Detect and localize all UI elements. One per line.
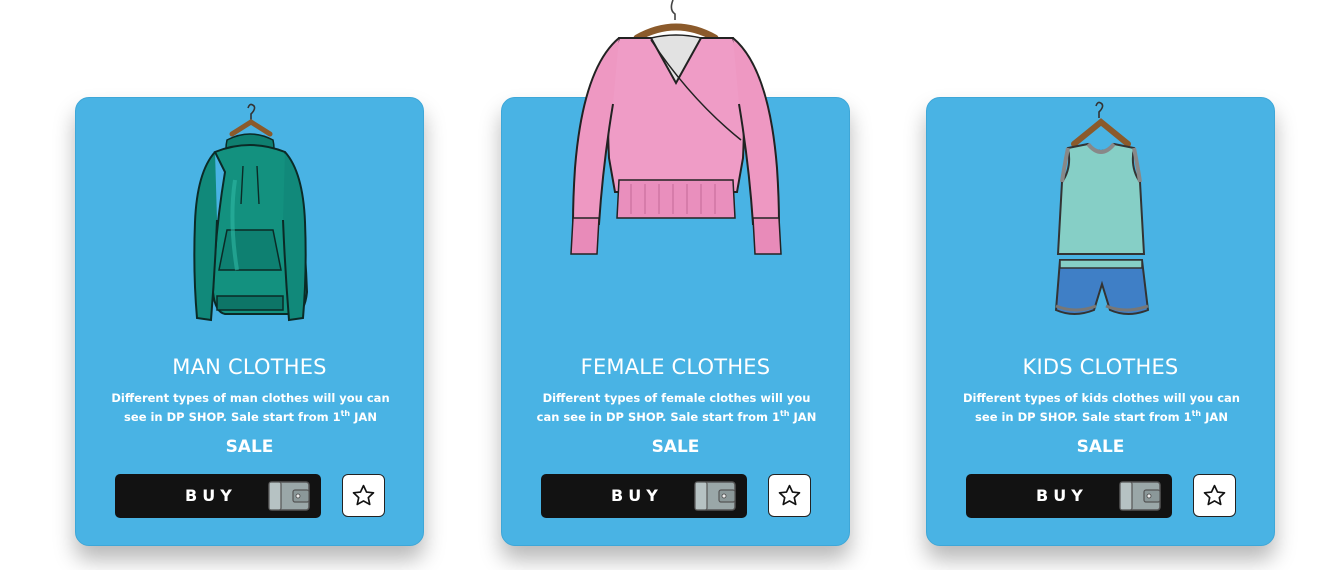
- product-card-man: MAN CLOTHES Different types of man cloth…: [75, 97, 424, 546]
- product-cards-section: MAN CLOTHES Different types of man cloth…: [0, 0, 1341, 570]
- favorite-button[interactable]: [768, 474, 811, 517]
- description-end: JAN: [350, 410, 377, 424]
- buy-button-label: BUY: [611, 486, 663, 505]
- card-description: Different types of female clothes will y…: [530, 389, 823, 427]
- wallet-icon: [268, 481, 310, 511]
- description-sup: th: [1191, 409, 1202, 419]
- card-description: Different types of man clothes will you …: [104, 389, 397, 427]
- favorite-button[interactable]: [342, 474, 385, 517]
- card-description: Different types of kids clothes will you…: [955, 389, 1248, 427]
- description-end: JAN: [789, 410, 817, 424]
- product-card-kids: KIDS CLOTHES Different types of kids clo…: [926, 97, 1275, 546]
- card-title: FEMALE CLOTHES: [580, 355, 771, 379]
- card-title: MAN CLOTHES: [172, 355, 327, 379]
- description-end: JAN: [1201, 410, 1228, 424]
- sale-label: SALE: [1076, 437, 1125, 457]
- wallet-icon: [1119, 481, 1161, 511]
- kids-outfit-illustration: [1054, 101, 1149, 315]
- star-outline-icon: [1203, 484, 1226, 506]
- sale-label: SALE: [651, 437, 700, 457]
- favorite-button[interactable]: [1193, 474, 1236, 517]
- wallet-icon: [694, 481, 736, 511]
- star-outline-icon: [778, 484, 801, 506]
- sweater-illustration: [569, 0, 782, 255]
- product-card-female: FEMALE CLOTHES Different types of female…: [501, 0, 850, 546]
- buy-button[interactable]: BUY: [115, 474, 321, 518]
- star-outline-icon: [352, 484, 375, 506]
- buy-button[interactable]: BUY: [966, 474, 1172, 518]
- description-sup: th: [340, 409, 351, 419]
- buy-button[interactable]: BUY: [541, 474, 747, 518]
- buy-button-label: BUY: [185, 486, 237, 505]
- description-text: Different types of kids clothes will you…: [962, 391, 1240, 424]
- sale-label: SALE: [225, 437, 274, 457]
- description-text: Different types of female clothes will y…: [536, 391, 811, 424]
- card-title: KIDS CLOTHES: [1022, 355, 1179, 379]
- hoodie-illustration: [192, 103, 308, 322]
- buy-button-label: BUY: [1036, 486, 1088, 505]
- description-text: Different types of man clothes will you …: [111, 391, 390, 424]
- description-sup: th: [779, 409, 790, 419]
